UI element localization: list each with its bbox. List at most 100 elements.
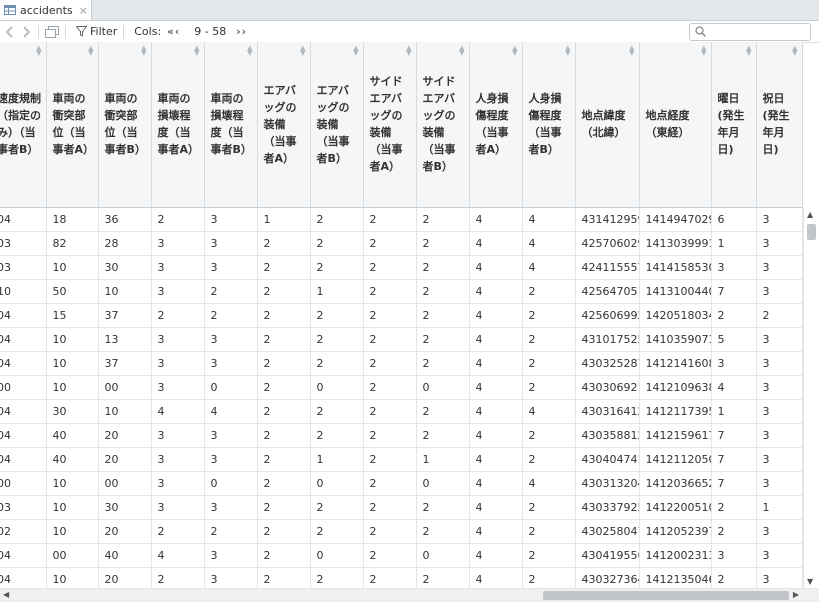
- sort-icon[interactable]: ▲ ▼: [300, 45, 305, 57]
- sort-icon[interactable]: ▲ ▼: [353, 45, 358, 57]
- column-header[interactable]: エアバッグの装備（当事者B） ▲ ▼: [310, 42, 364, 208]
- sort-icon[interactable]: ▲ ▼: [141, 45, 146, 57]
- sort-icon[interactable]: ▲ ▼: [792, 45, 797, 57]
- table-cell: 1412200510: [639, 495, 712, 520]
- sort-icon[interactable]: ▲ ▼: [701, 45, 706, 57]
- column-header[interactable]: 地点経度（東経） ▲ ▼: [639, 42, 712, 208]
- forward-icon[interactable]: [20, 25, 32, 38]
- column-header[interactable]: エアバッグの装備（当事者A） ▲ ▼: [257, 42, 311, 208]
- scroll-down-icon[interactable]: ▼: [807, 577, 813, 586]
- table-cell: 10: [46, 567, 99, 588]
- column-header-label: 車両の損壊程度（当事者B）: [210, 92, 252, 157]
- column-header[interactable]: サイドエアバッグの装備（当事者B） ▲ ▼: [416, 42, 470, 208]
- table-cell: 3: [151, 255, 205, 280]
- table-cell: 18: [46, 207, 99, 232]
- table-cell: 2: [522, 351, 576, 376]
- table-cell: 4: [522, 231, 576, 256]
- toolbar-divider: [65, 24, 66, 39]
- column-header[interactable]: 車両の衝突部位（当事者B） ▲ ▼: [98, 42, 152, 208]
- table-cell: 430313204: [575, 471, 640, 496]
- table-cell: 4: [469, 231, 523, 256]
- table-cell: 430404741: [575, 447, 640, 472]
- column-header[interactable]: 速度規制（指定のみ）（当事者B） ▲ ▼: [0, 42, 47, 208]
- scroll-up-icon[interactable]: ▲: [807, 210, 813, 219]
- table-cell: 30: [98, 255, 152, 280]
- horizontal-scrollbar[interactable]: ◀ ▶: [0, 588, 819, 602]
- column-header[interactable]: 曜日(発生年月日) ▲ ▼: [711, 42, 757, 208]
- sort-icon[interactable]: ▲ ▼: [746, 45, 751, 57]
- sort-icon[interactable]: ▲ ▼: [36, 45, 41, 57]
- table-cell: 3: [756, 207, 803, 232]
- table-cell: 1412141608: [639, 351, 712, 376]
- table-row: 03103033222242430337925141220051021: [0, 495, 803, 520]
- table-row: 04103733222242430325287141214160833: [0, 351, 803, 376]
- vertical-scrollbar[interactable]: ▲ ▼: [803, 208, 819, 588]
- column-header[interactable]: 祝日(発生年月日) ▲ ▼: [756, 42, 803, 208]
- back-icon[interactable]: [4, 25, 16, 38]
- table-cell: 3: [204, 423, 258, 448]
- sort-icon[interactable]: ▲ ▼: [565, 45, 570, 57]
- table-cell: 430419556: [575, 543, 640, 568]
- sort-icon[interactable]: ▲ ▼: [629, 45, 634, 57]
- table-cell: 3: [756, 351, 803, 376]
- table-cell: 2: [711, 495, 757, 520]
- table-cell: 40: [46, 423, 99, 448]
- column-header[interactable]: 車両の衝突部位（当事者A） ▲ ▼: [46, 42, 99, 208]
- table-cell: 2: [363, 471, 417, 496]
- table-cell: 3: [756, 543, 803, 568]
- table-row: 00100030202042430306921141210963843: [0, 375, 803, 400]
- column-header-label: 車両の衝突部位（当事者B）: [104, 92, 146, 157]
- column-header[interactable]: 車両の損壊程度（当事者B） ▲ ▼: [204, 42, 258, 208]
- table-cell: 4: [469, 327, 523, 352]
- table-cell: 2: [363, 495, 417, 520]
- table-cell: 2: [257, 519, 311, 544]
- table-cell: 430316412: [575, 399, 640, 424]
- sort-icon[interactable]: ▲ ▼: [459, 45, 464, 57]
- table-cell: 3: [756, 567, 803, 588]
- column-header[interactable]: 人身損傷程度（当事者A） ▲ ▼: [469, 42, 523, 208]
- table-cell: 2: [522, 567, 576, 588]
- table-cell: 2: [363, 255, 417, 280]
- column-header[interactable]: サイドエアバッグの装備（当事者A） ▲ ▼: [363, 42, 417, 208]
- popout-icon[interactable]: [45, 25, 59, 38]
- column-header-label: 車両の損壊程度（当事者A）: [157, 92, 200, 157]
- vertical-scroll-thumb[interactable]: [807, 224, 816, 240]
- sort-icon[interactable]: ▲ ▼: [406, 45, 411, 57]
- table-cell: 3: [204, 495, 258, 520]
- table-cell: 2: [257, 447, 311, 472]
- column-header[interactable]: 人身損傷程度（当事者B） ▲ ▼: [522, 42, 576, 208]
- table-cell: 7: [711, 447, 757, 472]
- column-header-label: エアバッグの装備（当事者B）: [316, 83, 350, 165]
- filter-button[interactable]: Filter: [76, 25, 117, 38]
- scroll-right-icon[interactable]: ▶: [793, 590, 799, 599]
- table-cell: 2: [363, 327, 417, 352]
- table-cell: 03: [0, 255, 47, 280]
- table-cell: 04: [0, 447, 47, 472]
- cols-next-button[interactable]: ››: [236, 25, 247, 38]
- cols-prev-button[interactable]: «‹: [167, 25, 180, 38]
- scroll-left-icon[interactable]: ◀: [3, 590, 9, 599]
- close-icon[interactable]: ×: [79, 4, 88, 17]
- table-cell: 10: [46, 471, 99, 496]
- sort-icon[interactable]: ▲ ▼: [247, 45, 252, 57]
- tab-bar: accidents ×: [0, 0, 819, 21]
- table-cell: 7: [711, 423, 757, 448]
- table-cell: 04: [0, 399, 47, 424]
- table-cell: 00: [98, 471, 152, 496]
- column-header[interactable]: 車両の損壊程度（当事者A） ▲ ▼: [151, 42, 205, 208]
- sort-icon[interactable]: ▲ ▼: [88, 45, 93, 57]
- table-cell: 4: [151, 543, 205, 568]
- table-cell: 3: [151, 495, 205, 520]
- table-cell: 3: [756, 399, 803, 424]
- column-header-label: 人身損傷程度（当事者A）: [475, 92, 509, 157]
- table-cell: 2: [711, 519, 757, 544]
- cols-range: 9 - 58: [194, 25, 227, 38]
- sort-icon[interactable]: ▲ ▼: [512, 45, 517, 57]
- search-input[interactable]: [689, 23, 811, 41]
- tab-accidents[interactable]: accidents ×: [0, 0, 92, 20]
- table-row: 04004043202042430419556141200231333: [0, 543, 803, 568]
- column-header[interactable]: 地点緯度（北緯） ▲ ▼: [575, 42, 640, 208]
- sort-icon[interactable]: ▲ ▼: [194, 45, 199, 57]
- table-cell: 2: [310, 351, 364, 376]
- horizontal-scroll-thumb[interactable]: [543, 591, 789, 600]
